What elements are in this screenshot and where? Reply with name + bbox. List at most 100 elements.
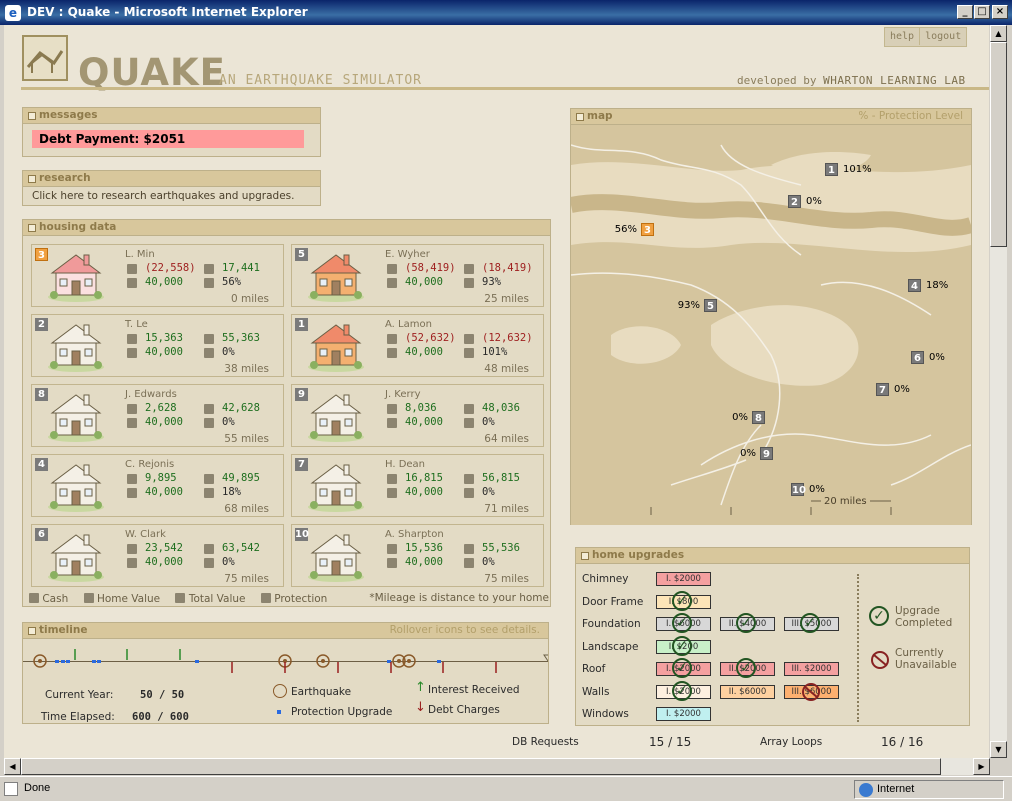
timeline-header: timeline Rollover icons to see details. bbox=[23, 623, 548, 639]
close-button[interactable]: × bbox=[992, 5, 1008, 19]
timeline-events[interactable] bbox=[23, 643, 548, 683]
map-marker[interactable]: 8 bbox=[752, 411, 765, 424]
house-card[interactable]: 5 E. Wyher (58,419) (18,419) 40,000 93% 25 mil… bbox=[291, 244, 544, 307]
status-text: Done bbox=[24, 782, 51, 794]
home-value: 40,000 bbox=[405, 486, 443, 498]
home-value: 40,000 bbox=[405, 416, 443, 428]
upgrade-option[interactable]: I. $2000 bbox=[656, 572, 711, 586]
house-card[interactable]: 2 T. Le 15,363 55,363 40,000 0% 38 miles bbox=[31, 314, 284, 377]
vertical-scrollbar[interactable]: ▲ ▼ bbox=[990, 25, 1007, 758]
map-marker-label: 56% bbox=[614, 224, 637, 235]
protection-value: 0% bbox=[482, 486, 495, 498]
earthquake-icon bbox=[273, 684, 287, 698]
house-icon bbox=[308, 254, 364, 302]
map-marker[interactable]: 6 bbox=[911, 351, 924, 364]
protection-value: 18% bbox=[222, 486, 241, 498]
protection-value: 101% bbox=[482, 346, 508, 358]
scroll-down-button[interactable]: ▼ bbox=[990, 741, 1007, 758]
protection-icon bbox=[204, 418, 214, 428]
upgrade-option[interactable]: III. $2000 bbox=[784, 662, 839, 676]
completed-check-icon: ✓ bbox=[672, 590, 692, 611]
house-card[interactable]: 9 J. Kerry 8,036 48,036 40,000 0% 64 miles bbox=[291, 384, 544, 447]
maximize-button[interactable]: □ bbox=[974, 5, 990, 19]
ie-logo-icon: e bbox=[5, 4, 21, 21]
total-value-icon bbox=[464, 334, 474, 344]
cash-icon bbox=[127, 474, 137, 484]
cash-value: 9,895 bbox=[145, 472, 177, 484]
upgrade-label: Windows bbox=[582, 708, 629, 720]
house-card[interactable]: 10 A. Sharpton 15,536 55,536 40,000 0% 75 mile… bbox=[291, 524, 544, 587]
house-card[interactable]: 4 C. Rejonis 9,895 49,895 40,000 18% 68 miles bbox=[31, 454, 284, 517]
distance: 25 miles bbox=[484, 293, 529, 305]
debt-legend: Debt Charges bbox=[428, 704, 500, 716]
page-icon bbox=[4, 782, 18, 796]
protection-value: 0% bbox=[222, 416, 235, 428]
completed-check-icon: ✓ bbox=[672, 635, 692, 656]
messages-header: messages bbox=[23, 108, 320, 124]
upgrade-label: Foundation bbox=[582, 618, 641, 630]
protection-value: 0% bbox=[222, 556, 235, 568]
house-icon bbox=[48, 324, 104, 372]
map-marker[interactable]: 10 bbox=[791, 483, 806, 496]
logout-link[interactable]: logout bbox=[919, 28, 966, 45]
protection-icon bbox=[204, 278, 214, 288]
top-nav: help logout bbox=[884, 27, 968, 47]
total-value-icon bbox=[175, 593, 186, 603]
map-marker-label: 18% bbox=[926, 280, 949, 291]
debt-message[interactable]: Debt Payment: $2051 bbox=[32, 130, 304, 148]
house-icon bbox=[308, 394, 364, 442]
home-value-icon bbox=[83, 593, 94, 603]
house-card[interactable]: 7 H. Dean 16,815 56,815 40,000 0% 71 miles bbox=[291, 454, 544, 517]
house-card[interactable]: 1 A. Lamon (52,632) (12,632) 40,000 101% 48 mi… bbox=[291, 314, 544, 377]
scroll-up-button[interactable]: ▲ bbox=[990, 25, 1007, 42]
research-link[interactable]: Click here to research earthquakes and u… bbox=[23, 187, 320, 205]
title-bar[interactable]: e DEV : Quake - Microsoft Internet Explor… bbox=[0, 0, 1012, 25]
map-marker[interactable]: 2 bbox=[788, 195, 801, 208]
map-marker[interactable]: 7 bbox=[876, 383, 889, 396]
interest-legend: Interest Received bbox=[428, 684, 520, 696]
map-marker[interactable]: 1 bbox=[825, 163, 838, 176]
distance: 38 miles bbox=[224, 363, 269, 375]
house-card[interactable]: 3 L. Min (22,558) 17,441 40,000 56% 0 miles bbox=[31, 244, 284, 307]
protection-value: 0% bbox=[482, 416, 495, 428]
total-value-icon bbox=[464, 544, 474, 554]
map-marker[interactable]: 3 bbox=[641, 223, 654, 236]
cash-value: 16,815 bbox=[405, 472, 443, 484]
hscroll-thumb[interactable] bbox=[21, 758, 941, 775]
home-value: 40,000 bbox=[145, 416, 183, 428]
distance: 0 miles bbox=[230, 293, 269, 305]
help-link[interactable]: help bbox=[885, 28, 919, 45]
horizontal-scrollbar[interactable]: ◀ ▶ bbox=[4, 758, 990, 775]
completed-check-icon: ✓ bbox=[800, 613, 820, 633]
home-value-icon bbox=[127, 418, 137, 428]
map-panel: map% - Protection Level 20 miles 1 101% 2 0… bbox=[570, 108, 972, 525]
array-loops-label: Array Loops bbox=[760, 736, 823, 748]
total-value: 63,542 bbox=[222, 542, 260, 554]
upgrade-option[interactable]: II. $6000 bbox=[720, 684, 775, 699]
array-loops-value: 16 / 16 bbox=[881, 735, 924, 749]
map-marker[interactable]: 5 bbox=[704, 299, 717, 312]
map-marker[interactable]: 9 bbox=[760, 447, 773, 460]
scroll-right-button[interactable]: ▶ bbox=[973, 758, 990, 775]
protection-icon bbox=[204, 348, 214, 358]
cash-icon bbox=[127, 544, 137, 554]
debt-arrow-icon: ↓ bbox=[415, 700, 426, 715]
home-value: 40,000 bbox=[145, 346, 183, 358]
protection-icon bbox=[464, 348, 474, 358]
house-card[interactable]: 6 W. Clark 23,542 63,542 40,000 0% 75 miles bbox=[31, 524, 284, 587]
unavailable-icon bbox=[802, 682, 820, 701]
map-marker[interactable]: 4 bbox=[908, 279, 921, 292]
zone-text: Internet bbox=[877, 783, 915, 795]
cash-value: 2,628 bbox=[145, 402, 177, 414]
owner-name: W. Clark bbox=[125, 529, 166, 540]
cash-value: (58,419) bbox=[405, 262, 456, 274]
scroll-thumb[interactable] bbox=[990, 42, 1007, 247]
scroll-left-button[interactable]: ◀ bbox=[4, 758, 21, 775]
distance: 68 miles bbox=[224, 503, 269, 515]
minimize-button[interactable]: _ bbox=[957, 5, 973, 19]
completed-check-icon: ✓ bbox=[672, 613, 692, 633]
current-year-value: 50 / 50 bbox=[140, 689, 185, 701]
upgrade-option[interactable]: I. $2000 bbox=[656, 707, 711, 721]
house-card[interactable]: 8 J. Edwards 2,628 42,628 40,000 0% 55 miles bbox=[31, 384, 284, 447]
header-divider bbox=[21, 87, 989, 90]
